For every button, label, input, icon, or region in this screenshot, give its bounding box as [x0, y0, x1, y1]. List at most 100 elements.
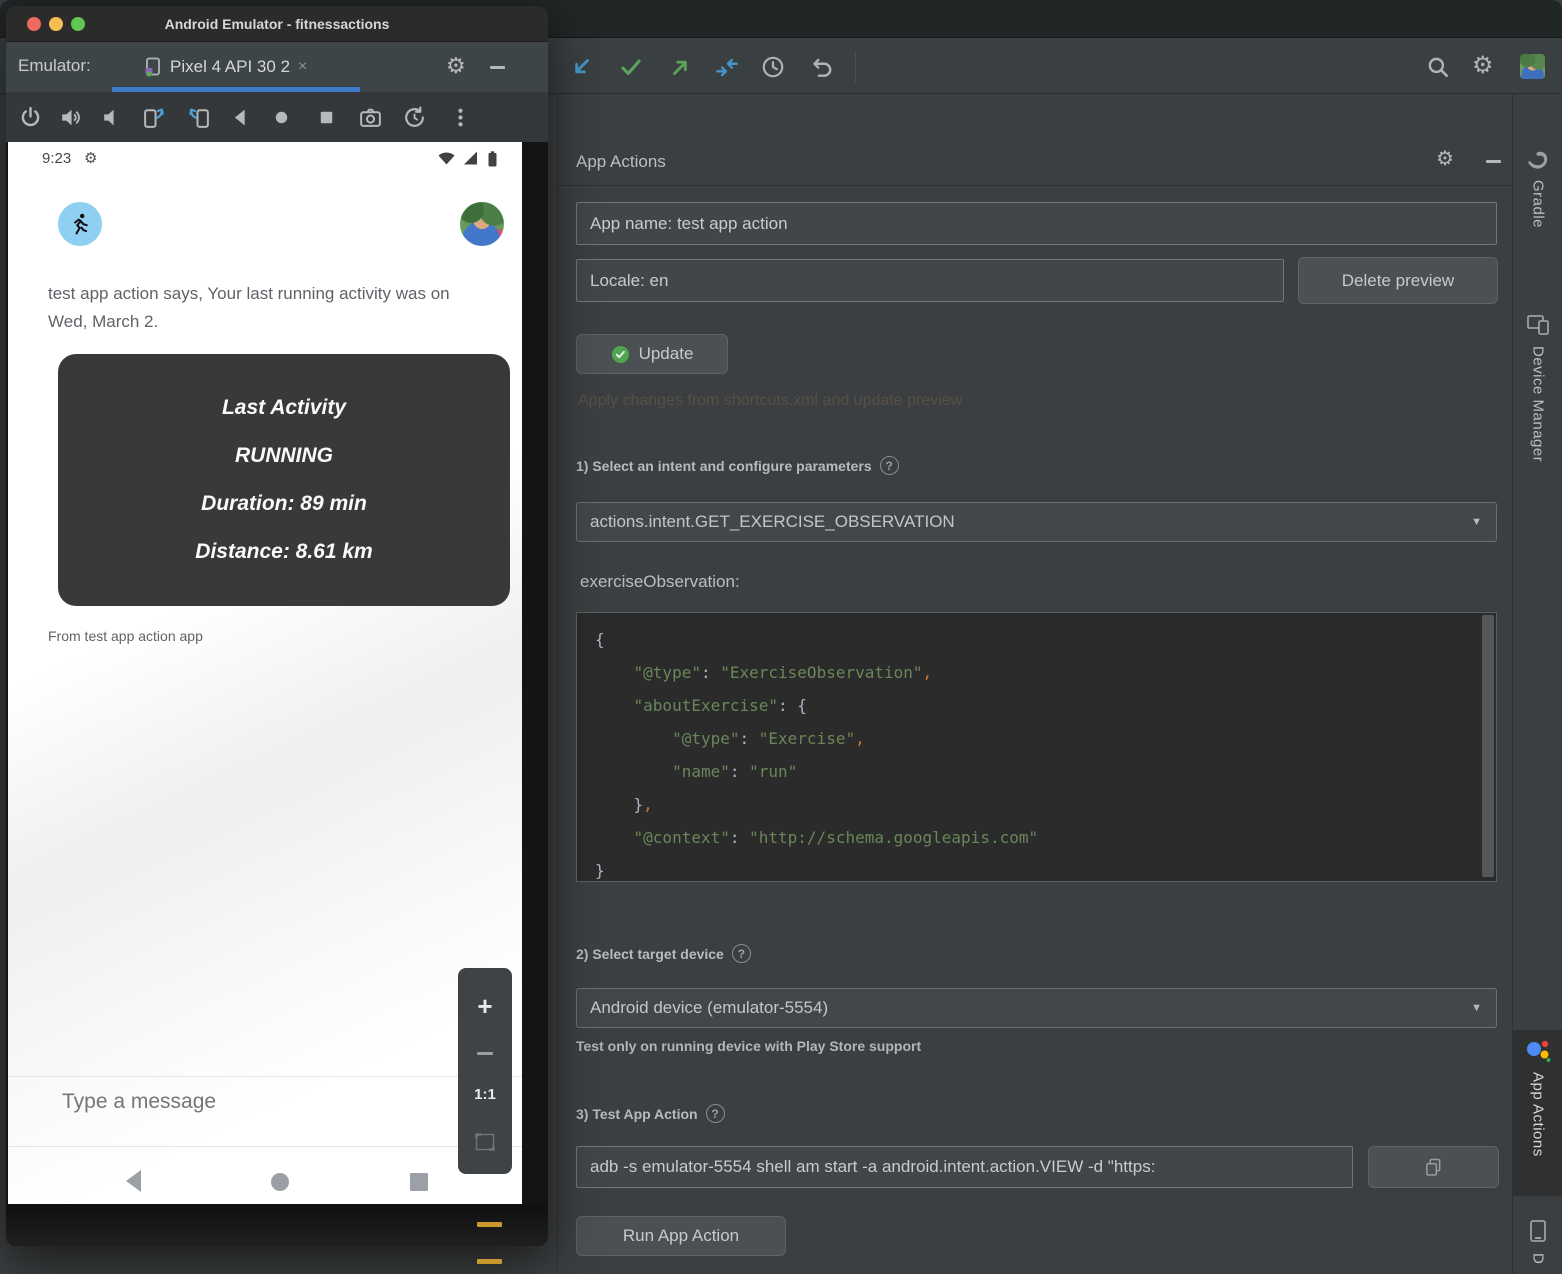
adb-command-field[interactable]: adb -s emulator-5554 shell am start -a a… [576, 1146, 1353, 1188]
locale-value: Locale: en [590, 271, 668, 291]
assistant-response-text: test app action says, Your last running … [48, 280, 458, 336]
more-options-icon[interactable] [448, 105, 473, 130]
source-app-label: From test app action app [48, 628, 203, 644]
zoom-in-button[interactable]: + [477, 991, 492, 1022]
nav-overview-icon[interactable] [410, 1173, 428, 1191]
intent-parameters-code-editor[interactable]: { "@type": "ExerciseObservation", "about… [576, 612, 1497, 882]
rotate-right-icon[interactable] [186, 105, 211, 130]
vcs-commit-icon[interactable] [618, 54, 644, 80]
zoom-reset-button[interactable]: 1:1 [474, 1086, 496, 1103]
status-gear-icon: ⚙ [84, 149, 97, 167]
overview-icon[interactable] [314, 105, 339, 130]
step1-help-icon[interactable]: ? [880, 456, 899, 475]
emulator-toolbar [6, 92, 548, 142]
update-label: Update [639, 344, 694, 364]
emulator-zoom-panel: + 1:1 [458, 968, 512, 1174]
app-avatar[interactable] [58, 202, 102, 246]
step3-text: 3) Test App Action [576, 1106, 698, 1122]
intent-dropdown[interactable]: actions.intent.GET_EXERCISE_OBSERVATION … [576, 502, 1497, 542]
emulator-prefix-label: Emulator: [18, 56, 91, 76]
emulator-window-title: Android Emulator - fitnessactions [6, 6, 548, 42]
power-icon[interactable] [18, 105, 43, 130]
resize-marker-dash [477, 1222, 502, 1227]
rollback-undo-icon[interactable] [808, 54, 834, 80]
step3-label: 3) Test App Action ? [576, 1104, 725, 1123]
emulator-device-tab[interactable]: Pixel 4 API 30 2 × [118, 42, 364, 92]
copy-command-button[interactable] [1368, 1146, 1499, 1188]
emulator-titlebar: Android Emulator - fitnessactions [6, 6, 548, 42]
step2-text: 2) Select target device [576, 946, 724, 962]
emulator-tabbar: Emulator: Pixel 4 API 30 2 × ⚙ [6, 42, 548, 92]
screenshot-root: ⚙ App Actions ⚙ App name: test app actio… [0, 0, 1562, 1274]
run-app-action-button[interactable]: Run App Action [576, 1216, 786, 1256]
tab-bottom-partial-label: D [1530, 1253, 1547, 1264]
update-button[interactable]: Update [576, 334, 728, 374]
history-clock-icon[interactable] [760, 54, 786, 80]
screenshot-camera-icon[interactable] [358, 105, 383, 130]
search-icon[interactable] [1425, 54, 1451, 80]
snapshots-icon[interactable] [402, 105, 427, 130]
emulator-settings-gear-icon[interactable]: ⚙ [446, 55, 466, 77]
volume-down-icon[interactable] [99, 105, 124, 130]
app-name-field[interactable]: App name: test app action [576, 202, 1497, 245]
tab-device-manager[interactable]: Device Manager [1513, 312, 1562, 492]
update-hint-text: Apply changes from shortcuts.xml and upd… [578, 392, 962, 410]
tab-device-manager-label: Device Manager [1530, 346, 1547, 462]
step2-help-icon[interactable]: ? [732, 944, 751, 963]
vcs-merge-arrows-icon[interactable] [714, 54, 740, 80]
step3-help-icon[interactable]: ? [706, 1104, 725, 1123]
last-activity-card: Last Activity RUNNING Duration: 89 min D… [58, 354, 510, 606]
code-scrollbar[interactable] [1482, 615, 1494, 877]
locale-field[interactable]: Locale: en [576, 259, 1284, 302]
zoom-out-button[interactable] [477, 1052, 493, 1055]
step2-label: 2) Select target device ? [576, 944, 751, 963]
step1-label: 1) Select an intent and configure parame… [576, 456, 899, 475]
user-profile-avatar[interactable] [460, 202, 504, 246]
device-hint-text: Test only on running device with Play St… [576, 1038, 921, 1054]
nav-back-icon[interactable] [122, 1168, 146, 1194]
toolbar-separator [855, 51, 856, 83]
cell-signal-icon [463, 151, 478, 165]
device-manager-icon [1526, 312, 1550, 336]
divider [8, 1076, 522, 1077]
settings-gear-icon[interactable]: ⚙ [1472, 51, 1498, 77]
device-tab-label: Pixel 4 API 30 2 [170, 57, 290, 77]
message-input[interactable] [62, 1090, 442, 1114]
rotate-left-icon[interactable] [142, 105, 167, 130]
panel-title: App Actions [576, 152, 666, 172]
emulator-minimize-icon[interactable] [490, 66, 505, 69]
gradle-elephant-icon [1526, 148, 1550, 170]
battery-icon [488, 151, 497, 167]
json-code: { "@type": "ExerciseObservation", "about… [595, 623, 1496, 887]
target-device-dropdown[interactable]: Android device (emulator-5554) ▼ [576, 988, 1497, 1028]
tab-bottom-partial[interactable]: D [1513, 1219, 1562, 1274]
panel-hide-icon[interactable] [1486, 160, 1501, 163]
param-label: exerciseObservation: [580, 572, 740, 592]
delete-preview-button[interactable]: Delete preview [1298, 257, 1498, 304]
step1-text: 1) Select an intent and configure parame… [576, 458, 872, 474]
tab-app-actions-label: App Actions [1530, 1072, 1547, 1157]
runner-icon [68, 212, 92, 236]
tab-close-icon[interactable]: × [298, 58, 307, 76]
tab-app-actions[interactable]: App Actions [1513, 1030, 1562, 1196]
status-time: 9:23 [42, 150, 71, 167]
card-title: Last Activity [58, 396, 510, 420]
adb-command-value: adb -s emulator-5554 shell am start -a a… [590, 1157, 1155, 1177]
update-check-icon [611, 345, 630, 364]
emulator-window: Android Emulator - fitnessactions Emulat… [6, 6, 548, 1246]
vcs-push-icon[interactable] [668, 54, 694, 80]
home-icon[interactable] [269, 105, 294, 130]
phone-device-icon [1528, 1219, 1548, 1243]
device-value: Android device (emulator-5554) [590, 998, 828, 1018]
fit-to-window-button[interactable] [475, 1133, 495, 1151]
phone-statusbar: 9:23 ⚙ [8, 142, 522, 176]
panel-gear-icon[interactable]: ⚙ [1436, 149, 1454, 169]
divider [8, 1146, 522, 1147]
tab-gradle[interactable]: Gradle [1513, 142, 1562, 304]
nav-home-icon[interactable] [270, 1172, 290, 1192]
user-avatar[interactable] [1520, 54, 1545, 79]
copy-icon [1425, 1158, 1442, 1177]
volume-up-icon[interactable] [58, 105, 83, 130]
back-icon[interactable] [228, 105, 253, 130]
vcs-update-icon[interactable] [568, 54, 594, 80]
